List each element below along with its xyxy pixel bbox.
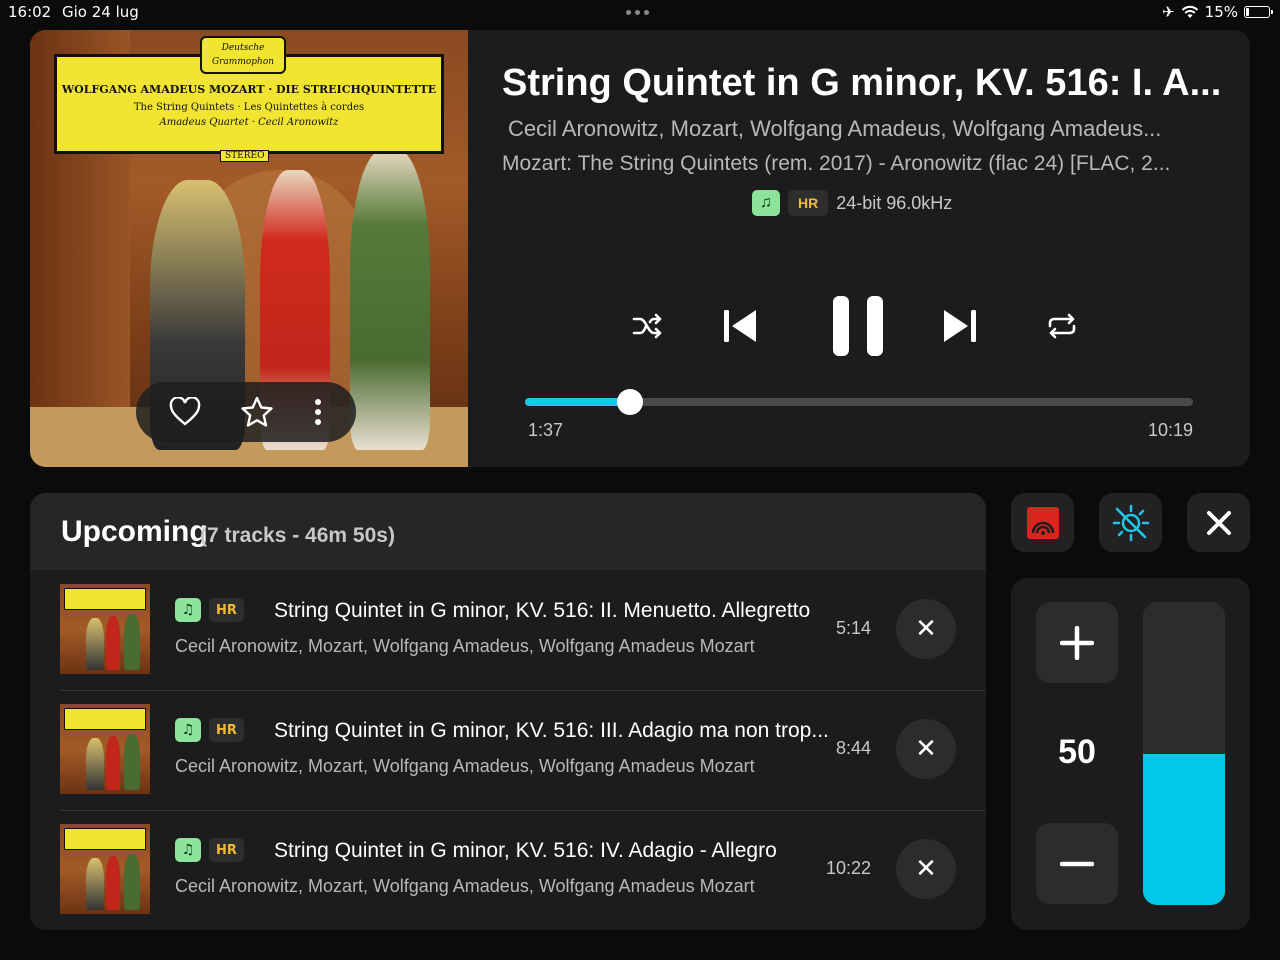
minus-icon xyxy=(1060,861,1094,866)
battery-icon xyxy=(1244,6,1273,18)
hr-badge: HR xyxy=(209,598,244,622)
progress-knob[interactable] xyxy=(616,389,643,415)
close-icon xyxy=(1206,510,1231,535)
next-button[interactable] xyxy=(938,304,982,348)
previous-icon xyxy=(724,310,756,342)
dg-logo: Deutsche Grammophon xyxy=(200,36,286,74)
upcoming-panel: Upcoming (7 tracks - 46m 50s) ♫ HR Strin… xyxy=(30,493,986,930)
track-badges: ♫ HR xyxy=(175,598,244,622)
queue-track-artists: Cecil Aronowitz, Mozart, Wolfgang Amadeu… xyxy=(175,636,755,656)
queue-track-title: String Quintet in G minor, KV. 516: III.… xyxy=(274,719,829,742)
music-note-icon: ♫ xyxy=(175,718,201,742)
close-player-button[interactable] xyxy=(1187,493,1250,552)
volume-fill xyxy=(1143,753,1225,905)
playback-controls xyxy=(630,292,1110,360)
volume-slider[interactable] xyxy=(1143,602,1225,905)
progress-slider[interactable] xyxy=(525,389,1193,415)
queue-track-duration: 10:22 xyxy=(825,858,871,878)
queue-row[interactable]: ♫ HR String Quintet in G minor, KV. 516:… xyxy=(60,690,986,811)
track-thumbnail xyxy=(60,584,150,674)
star-icon[interactable] xyxy=(240,396,274,428)
queue-row[interactable]: ♫ HR String Quintet in G minor, KV. 516:… xyxy=(60,570,986,691)
close-icon: ✕ xyxy=(915,614,937,644)
track-badges: ♫ HR xyxy=(175,838,244,862)
pause-icon xyxy=(833,296,883,356)
total-duration: 10:19 xyxy=(1147,420,1193,440)
repeat-button[interactable] xyxy=(1044,308,1080,344)
music-note-icon: ♫ xyxy=(175,838,201,862)
status-bar: 16:02 Gio 24 lug ✈ 15% xyxy=(0,0,1280,26)
shuffle-button[interactable] xyxy=(630,308,666,344)
track-album[interactable]: Mozart: The String Quintets (rem. 2017) … xyxy=(502,152,1218,176)
volume-panel: 50 xyxy=(1011,578,1250,930)
brightness-icon xyxy=(1112,504,1149,541)
track-badges: ♫ HR xyxy=(175,718,244,742)
track-thumbnail xyxy=(60,824,150,914)
close-icon: ✕ xyxy=(915,734,937,764)
quality-text: 24-bit 96.0kHz xyxy=(836,192,953,213)
volume-up-button[interactable] xyxy=(1036,602,1118,683)
airplane-mode-icon: ✈ xyxy=(1162,3,1175,21)
cover-label-line2: The String Quintets · Les Quintettes à c… xyxy=(133,102,365,113)
previous-button[interactable] xyxy=(718,304,762,348)
now-playing-card: WOLFGANG AMADEUS MOZART · DIE STREICHQUI… xyxy=(30,30,1250,467)
remove-track-button[interactable]: ✕ xyxy=(896,599,956,659)
hr-badge: HR xyxy=(788,190,829,216)
airplay-icon xyxy=(1026,506,1059,539)
output-device-button[interactable] xyxy=(1011,493,1074,552)
status-indicators: ✈ 15% xyxy=(1162,3,1273,21)
more-vertical-icon[interactable] xyxy=(313,397,323,427)
next-icon xyxy=(944,310,976,342)
elapsed-time: 1:37 xyxy=(528,420,564,440)
status-time: 16:02 xyxy=(8,3,52,21)
hr-badge: HR xyxy=(209,718,244,742)
shuffle-icon xyxy=(632,313,662,339)
close-icon: ✕ xyxy=(915,854,937,884)
upcoming-title: Upcoming xyxy=(61,515,208,548)
battery-percent: 15% xyxy=(1204,3,1238,21)
volume-value: 50 xyxy=(1058,733,1096,771)
hr-badge: HR xyxy=(209,838,244,862)
queue-track-duration: 5:14 xyxy=(835,618,871,638)
display-mode-button[interactable] xyxy=(1099,493,1162,552)
queue-track-title: String Quintet in G minor, KV. 516: IV. … xyxy=(274,839,777,862)
quality-info: ♫ HR 24-bit 96.0kHz xyxy=(752,190,952,216)
plus-icon xyxy=(1060,625,1094,660)
track-info: String Quintet in G minor, KV. 516: I. A… xyxy=(468,30,1250,467)
queue-track-title: String Quintet in G minor, KV. 516: II. … xyxy=(274,599,811,622)
track-artists[interactable]: Cecil Aronowitz, Mozart, Wolfgang Amadeu… xyxy=(508,116,1208,142)
status-date: Gio 24 lug xyxy=(62,3,139,21)
queue-track-artists: Cecil Aronowitz, Mozart, Wolfgang Amadeu… xyxy=(175,876,755,896)
volume-down-button[interactable] xyxy=(1036,823,1118,904)
cover-label-line1: WOLFGANG AMADEUS MOZART · DIE STREICHQUI… xyxy=(61,83,437,96)
multitasking-dots-icon[interactable] xyxy=(626,10,649,15)
queue-track-duration: 8:44 xyxy=(835,738,871,758)
album-cover[interactable]: WOLFGANG AMADEUS MOZART · DIE STREICHQUI… xyxy=(30,30,468,467)
music-note-icon: ♫ xyxy=(752,190,780,216)
cover-label-line3: Amadeus Quartet · Cecil Aronowitz xyxy=(159,117,339,128)
cover-stereo: STEREO xyxy=(220,150,270,162)
queue-track-artists: Cecil Aronowitz, Mozart, Wolfgang Amadeu… xyxy=(175,756,755,776)
queue-row[interactable]: ♫ HR String Quintet in G minor, KV. 516:… xyxy=(60,810,986,930)
repeat-icon xyxy=(1048,313,1076,339)
music-note-icon: ♫ xyxy=(175,598,201,622)
remove-track-button[interactable]: ✕ xyxy=(896,719,956,779)
cover-figure-green xyxy=(350,150,430,450)
remove-track-button[interactable]: ✕ xyxy=(896,839,956,899)
heart-icon[interactable] xyxy=(169,397,201,427)
track-thumbnail xyxy=(60,704,150,794)
cover-actions xyxy=(136,382,356,442)
upcoming-header: Upcoming (7 tracks - 46m 50s) xyxy=(30,493,986,570)
pause-button[interactable] xyxy=(828,292,888,360)
wifi-icon xyxy=(1181,5,1198,18)
track-title: String Quintet in G minor, KV. 516: I. A… xyxy=(502,62,1222,104)
upcoming-count: (7 tracks - 46m 50s) xyxy=(200,524,395,547)
progress-fill xyxy=(525,398,630,406)
